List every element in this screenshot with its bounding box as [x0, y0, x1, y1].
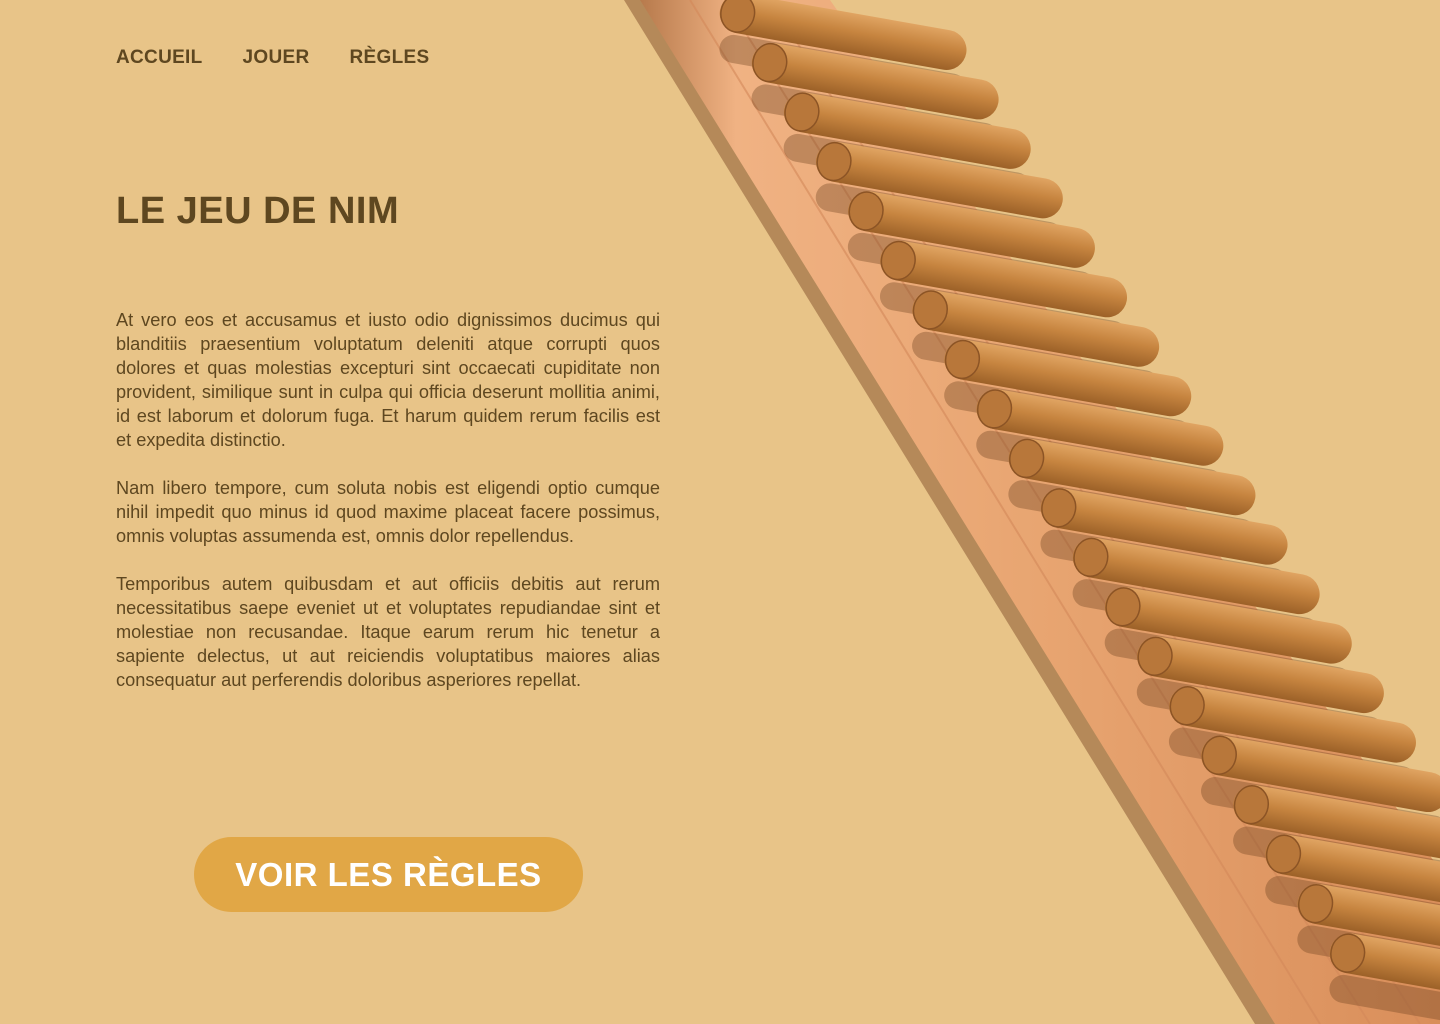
main-nav: ACCUEIL JOUER RÈGLES: [116, 47, 429, 69]
paragraph-2: Nam libero tempore, cum soluta nobis est…: [116, 478, 660, 546]
paragraph-3: Temporibus autem quibusdam et aut offici…: [116, 574, 660, 690]
paragraph-1: At vero eos et accusamus et iusto odio d…: [116, 310, 660, 450]
intro-text: At vero eos et accusamus et iusto odio d…: [116, 308, 660, 716]
page-title: LE JEU DE NIM: [116, 190, 400, 232]
voir-les-regles-button[interactable]: VOIR LES RÈGLES: [194, 837, 583, 912]
nav-item-accueil[interactable]: ACCUEIL: [116, 47, 203, 69]
nav-item-regles[interactable]: RÈGLES: [350, 47, 430, 69]
stick-group: [719, 0, 1440, 1024]
nav-item-jouer[interactable]: JOUER: [243, 47, 310, 69]
